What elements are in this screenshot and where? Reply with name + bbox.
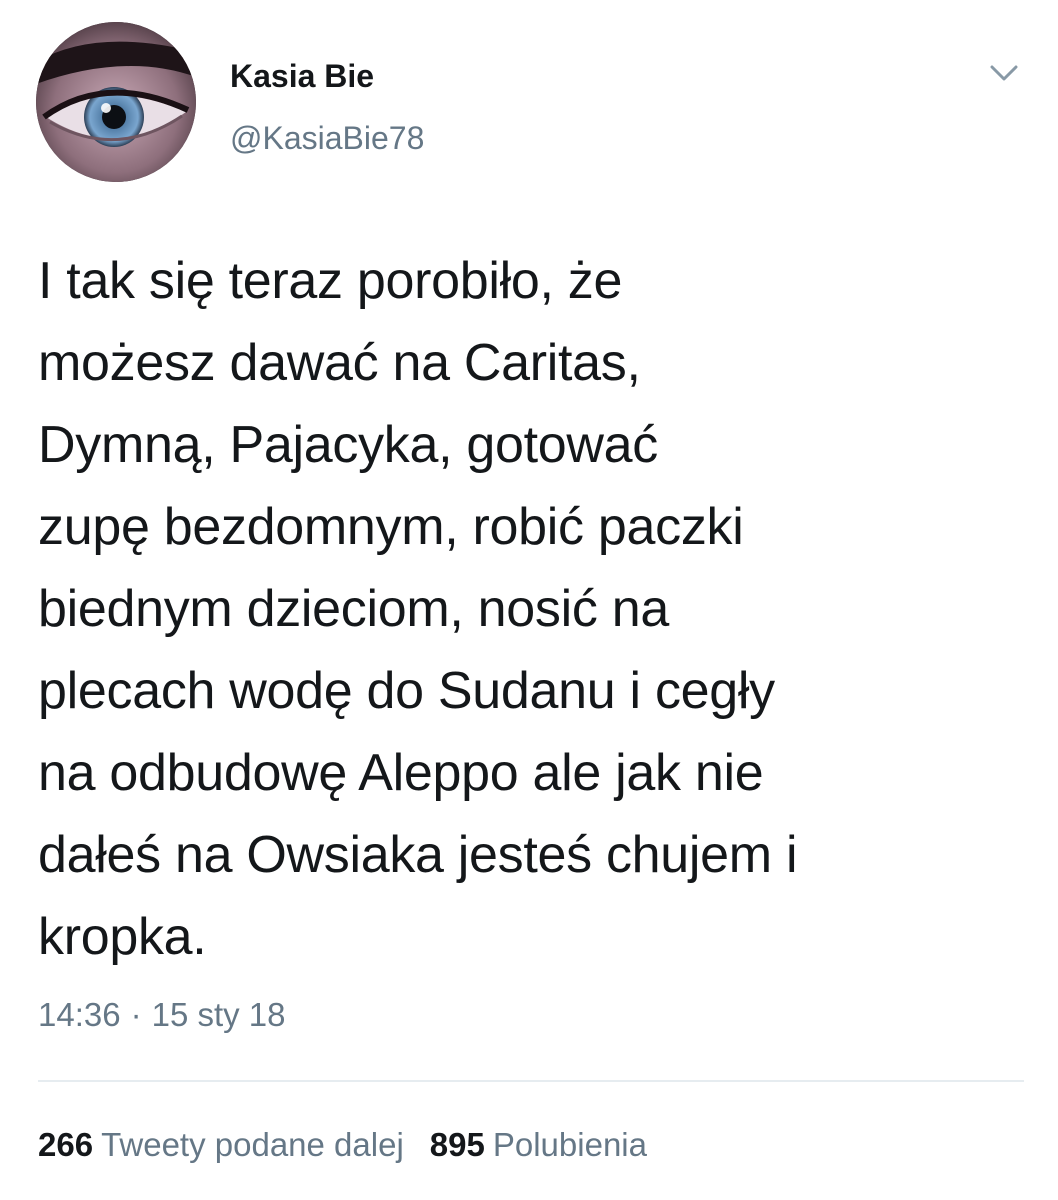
eye-avatar-icon: [36, 22, 196, 182]
meta-separator: ·: [130, 996, 142, 1033]
tweet-text: I tak się teraz porobiło, że możesz dawa…: [38, 252, 798, 966]
avatar[interactable]: [36, 22, 196, 182]
tweet-timestamp[interactable]: 14:36 · 15 sty 18: [38, 996, 286, 1034]
tweet-time: 14:36: [38, 996, 121, 1033]
divider: [38, 1080, 1024, 1082]
tweet-date: 15 sty 18: [151, 996, 286, 1033]
tweet-card: Kasia Bie @KasiaBie78 I tak się teraz po…: [0, 0, 1058, 1200]
display-name[interactable]: Kasia Bie: [230, 58, 374, 95]
likes-stat[interactable]: 895 Polubienia: [430, 1126, 647, 1164]
retweets-count: 266: [38, 1126, 94, 1163]
likes-label: Polubienia: [492, 1126, 647, 1163]
likes-count: 895: [429, 1126, 485, 1163]
retweets-stat[interactable]: 266 Tweety podane dalej: [38, 1126, 404, 1164]
user-handle[interactable]: @KasiaBie78: [230, 120, 424, 157]
retweets-label: Tweety podane dalej: [101, 1126, 404, 1163]
chevron-down-icon: [990, 65, 1018, 81]
tweet-stats: 266 Tweety podane dalej 895 Polubienia: [38, 1126, 647, 1164]
tweet-menu-button[interactable]: [984, 58, 1024, 88]
